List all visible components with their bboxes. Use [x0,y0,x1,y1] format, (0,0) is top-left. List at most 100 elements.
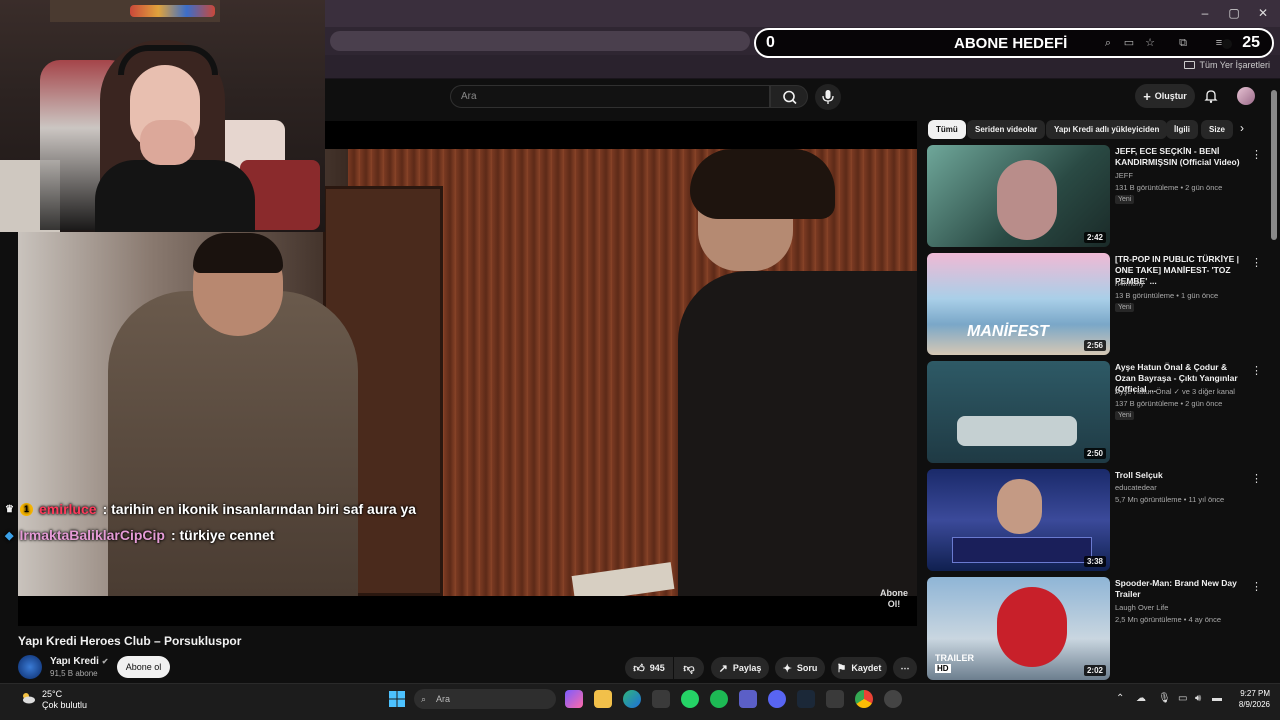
video-frame-person2 [678,271,917,596]
channel-name[interactable]: Yapı Kredi ✔ [50,656,108,667]
chevron-right-icon[interactable]: › [1240,121,1244,135]
rec-thumbnail[interactable]: 2:42 [927,145,1110,247]
webcam-headset [118,45,218,75]
channel-name-text: Yapı Kredi [50,656,99,667]
create-button[interactable]: + Oluştur [1135,84,1195,108]
chip-related[interactable]: İlgili [1166,120,1198,139]
save-button[interactable]: ⚑ Kaydet [831,657,887,679]
edge-icon[interactable] [623,690,641,708]
rec-duration: 3:38 [1083,556,1106,567]
weather-temp: 25°C [42,689,63,699]
tray-mic-icon[interactable]: 🎙︎ [1158,693,1171,704]
steam-icon[interactable] [797,690,815,708]
rec-channel[interactable]: educatedear [1115,483,1157,492]
rec-menu-icon[interactable]: ⋮ [1251,148,1262,161]
thumb-spiderman [997,587,1067,667]
weather-desc: Çok bulutlu [42,700,88,710]
like-button[interactable]: 👍︎ 945 [625,657,673,679]
whatsapp-icon[interactable] [681,690,699,708]
teams-icon[interactable] [739,690,757,708]
chat-message: ♛ 1 emirluce : tarihin en ikonik insanla… [5,501,416,517]
video-frame-person1 [108,291,358,596]
rec-menu-icon[interactable]: ⋮ [1251,580,1262,593]
rec-duration: 2:56 [1083,340,1106,351]
rec-new-badge: Yeni [1115,195,1135,204]
address-bar[interactable] [330,31,750,51]
tray-battery-icon[interactable]: ▬ [1212,693,1222,704]
discord-icon[interactable] [768,690,786,708]
rec-menu-icon[interactable]: ⋮ [1251,256,1262,269]
rec-thumbnail[interactable]: TRAILER HD 2:02 [927,577,1110,680]
rec-channel[interactable]: Laugh Over Life [1115,603,1168,612]
taskbar-clock[interactable]: 9:27 PM 8/9/2026 [1228,688,1270,710]
rec-meta: 13 B görüntüleme • 1 gün önce [1115,291,1219,300]
rec-title[interactable]: Troll Selçuk [1115,470,1250,481]
thumb-trailer-text: TRAILER [935,653,974,663]
channel-avatar[interactable] [18,655,42,679]
windows-start-icon[interactable] [388,690,406,708]
chip-uploader[interactable]: Yapı Kredi adlı yükleyiciden [1046,120,1168,139]
bell-icon [1204,90,1218,103]
copilot-icon[interactable] [565,690,583,708]
dislike-button[interactable]: 👎︎ [674,657,704,679]
subscribe-watermark[interactable]: Abone Ol! [880,588,908,610]
chat-text: : tarihin en ikonik insanlarından biri s… [102,501,417,517]
account-avatar[interactable] [1237,87,1255,105]
rec-channel[interactable]: Ayşe Hatun Önal ✓ ve 3 diğer kanal [1115,387,1235,396]
tray-cloud-icon[interactable]: ☁ [1136,693,1146,704]
badge-icon: 1 [19,502,33,516]
share-button[interactable]: ↗ Paylaş [711,657,769,679]
like-count: 945 [649,663,665,673]
rec-channel[interactable]: JEFF [1115,171,1133,180]
chip-for-you[interactable]: Size [1201,120,1234,139]
chip-series[interactable]: Seriden videolar [967,120,1046,139]
notifications-button[interactable] [1203,88,1219,104]
goal-label: ABONE HEDEFİ [954,35,1068,52]
rec-thumbnail[interactable]: 2:50 [927,361,1110,463]
share-icon: ↗ [718,662,728,675]
rec-title[interactable]: Spooder-Man: Brand New Day Trailer [1115,578,1250,600]
rec-menu-icon[interactable]: ⋮ [1251,472,1262,485]
thumb-face [997,479,1042,534]
file-explorer-icon[interactable] [594,690,612,708]
rec-channel[interactable]: h4rmony [1115,279,1144,288]
ask-label: Soru [796,663,818,673]
search-button[interactable] [770,85,808,108]
all-bookmarks-button[interactable]: Tüm Yer İşaretleri [1184,60,1270,70]
tray-display-icon[interactable]: ▭ [1178,693,1187,704]
close-button[interactable]: ✕ [1253,5,1273,21]
subscribe-button[interactable]: Abone ol [117,656,170,678]
sparkle-icon: ✦ [782,662,792,675]
clock-date: 8/9/2026 [1238,700,1270,709]
crown-icon: ♛ [5,503,14,515]
minimize-button[interactable]: – [1195,5,1215,21]
maximize-button[interactable]: ▢ [1224,5,1244,21]
spotify-icon[interactable] [710,690,728,708]
rec-thumbnail[interactable]: 3:38 [927,469,1110,571]
subscriber-count: 91,5 B abone [50,669,98,678]
rec-thumbnail[interactable]: MANİFEST 2:56 [927,253,1110,355]
plus-icon: + [1143,88,1151,104]
tray-volume-icon[interactable]: 🔊︎ [1195,693,1201,704]
thumb-sofa [957,416,1077,446]
tray-chevron-icon[interactable]: ⌃ [1116,693,1124,704]
chip-all[interactable]: Tümü [928,120,966,139]
rec-menu-icon[interactable]: ⋮ [1251,364,1262,377]
rec-meta: 131 B görüntüleme • 2 gün önce [1115,183,1223,192]
weather-widget[interactable]: 25°C Çok bulutlu [20,689,87,711]
more-actions-button[interactable]: ⋯ [893,657,917,679]
folder-icon [1184,61,1196,69]
page-scrollbar[interactable] [1271,90,1277,240]
app-grid-icon[interactable] [652,690,670,708]
ask-button[interactable]: ✦ Soru [775,657,825,679]
obs-icon[interactable] [884,690,902,708]
search-input[interactable]: Ara [450,85,770,108]
chrome-icon[interactable] [855,690,873,708]
rec-title[interactable]: JEFF, ECE SEÇKİN - BENİ KANDIRMIŞSIN (Of… [1115,146,1250,168]
app-icon[interactable] [826,690,844,708]
goal-target: 25 [1242,34,1260,51]
voice-search-button[interactable] [815,84,841,110]
watermark-line2: Ol! [887,599,901,609]
taskbar-search[interactable]: ⌕ Ara [414,689,556,709]
extensions-icon: ⧉ [1179,37,1187,49]
